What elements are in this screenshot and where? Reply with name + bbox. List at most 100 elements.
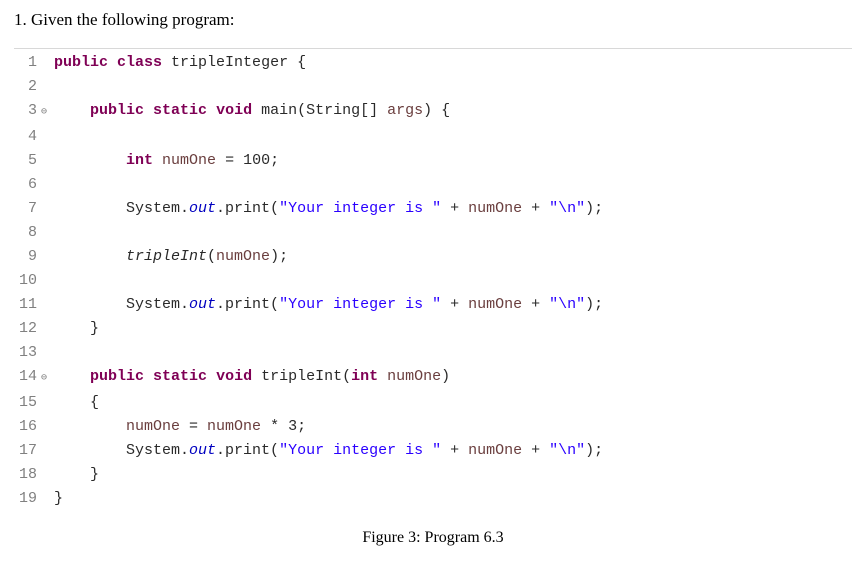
code-line: 17 System.out.print("Your integer is " +… [14, 439, 852, 463]
code-token [207, 368, 216, 385]
line-number: 11 [19, 293, 37, 317]
code-token: } [54, 490, 63, 507]
code-token: static [153, 368, 207, 385]
code-token: "Your integer is " [279, 442, 441, 459]
code-token: numOne [162, 152, 216, 169]
gutter: 13 [14, 341, 54, 365]
code-line: 7 System.out.print("Your integer is " + … [14, 197, 852, 221]
code-content: tripleInt(numOne); [54, 245, 288, 269]
code-token: "\n" [549, 442, 585, 459]
line-number: 15 [19, 391, 37, 415]
code-line: 10 [14, 269, 852, 293]
code-token [54, 418, 126, 435]
code-token: .print( [216, 296, 279, 313]
code-token: ) { [423, 102, 450, 119]
code-token [108, 54, 117, 71]
code-line: 1public class tripleInteger { [14, 51, 852, 75]
code-content: numOne = numOne * 3; [54, 415, 306, 439]
code-token: numOne [468, 200, 522, 217]
gutter: 3⊖ [14, 99, 54, 125]
code-token: numOne [387, 368, 441, 385]
code-token [54, 152, 126, 169]
code-content: public static void main(String[] args) { [54, 99, 450, 123]
code-token: ); [585, 296, 603, 313]
code-token: static [153, 102, 207, 119]
gutter: 9 [14, 245, 54, 269]
gutter: 7 [14, 197, 54, 221]
code-token [144, 368, 153, 385]
code-content: System.out.print("Your integer is " + nu… [54, 293, 603, 317]
gutter: 15 [14, 391, 54, 415]
code-token: main(String[] [252, 102, 387, 119]
code-token: ) [441, 368, 450, 385]
code-token: "Your integer is " [279, 296, 441, 313]
code-token: numOne [468, 442, 522, 459]
code-content: } [54, 463, 99, 487]
gutter: 5 [14, 149, 54, 173]
document-root: 1. Given the following program: 1public … [0, 0, 866, 559]
code-token: "\n" [549, 200, 585, 217]
gutter: 4 [14, 125, 54, 149]
code-content: } [54, 317, 99, 341]
code-token: int [351, 368, 378, 385]
fold-marker-icon[interactable]: ⊖ [38, 367, 50, 391]
figure-caption: Figure 3: Program 6.3 [14, 529, 852, 547]
code-token: { [54, 394, 99, 411]
code-content: public class tripleInteger { [54, 51, 306, 75]
code-token: ( [207, 248, 216, 265]
code-token: } [54, 320, 99, 337]
code-line: 15 { [14, 391, 852, 415]
code-token: tripleInteger { [162, 54, 306, 71]
line-number: 9 [19, 245, 37, 269]
code-token: = [180, 418, 207, 435]
code-token: class [117, 54, 162, 71]
code-token [54, 368, 90, 385]
code-token: void [216, 102, 252, 119]
code-token [54, 248, 126, 265]
code-token: int [126, 152, 153, 169]
code-line: 8 [14, 221, 852, 245]
code-token: + [441, 296, 468, 313]
code-token: } [54, 466, 99, 483]
code-line: 9 tripleInt(numOne); [14, 245, 852, 269]
line-number: 14 [19, 365, 37, 389]
gutter: 16 [14, 415, 54, 439]
gutter: 2 [14, 75, 54, 99]
code-token: + [522, 296, 549, 313]
code-content: public static void tripleInt(int numOne) [54, 365, 450, 389]
code-token: + [441, 200, 468, 217]
code-line: 14⊖ public static void tripleInt(int num… [14, 365, 852, 391]
code-token: tripleInt( [252, 368, 351, 385]
code-token [144, 102, 153, 119]
code-content: } [54, 487, 63, 511]
gutter: 1 [14, 51, 54, 75]
gutter: 18 [14, 463, 54, 487]
code-token: tripleInt [126, 248, 207, 265]
code-token: ); [585, 200, 603, 217]
code-line: 5 int numOne = 100; [14, 149, 852, 173]
gutter: 8 [14, 221, 54, 245]
code-token: + [441, 442, 468, 459]
line-number: 3 [19, 99, 37, 123]
code-line: 13 [14, 341, 852, 365]
code-line: 11 System.out.print("Your integer is " +… [14, 293, 852, 317]
code-token: .print( [216, 200, 279, 217]
code-content: { [54, 391, 99, 415]
code-token: System. [54, 442, 189, 459]
code-token: ); [585, 442, 603, 459]
code-token: ); [270, 248, 288, 265]
line-number: 8 [19, 221, 37, 245]
code-token: numOne [126, 418, 180, 435]
code-token [54, 102, 90, 119]
code-line: 19} [14, 487, 852, 511]
question-text: 1. Given the following program: [14, 10, 852, 30]
code-token: numOne [216, 248, 270, 265]
code-token: "Your integer is " [279, 200, 441, 217]
code-line: 4 [14, 125, 852, 149]
gutter: 10 [14, 269, 54, 293]
gutter: 19 [14, 487, 54, 511]
code-token: System. [54, 296, 189, 313]
code-token: out [189, 200, 216, 217]
code-token: + [522, 200, 549, 217]
fold-marker-icon[interactable]: ⊖ [38, 101, 50, 125]
